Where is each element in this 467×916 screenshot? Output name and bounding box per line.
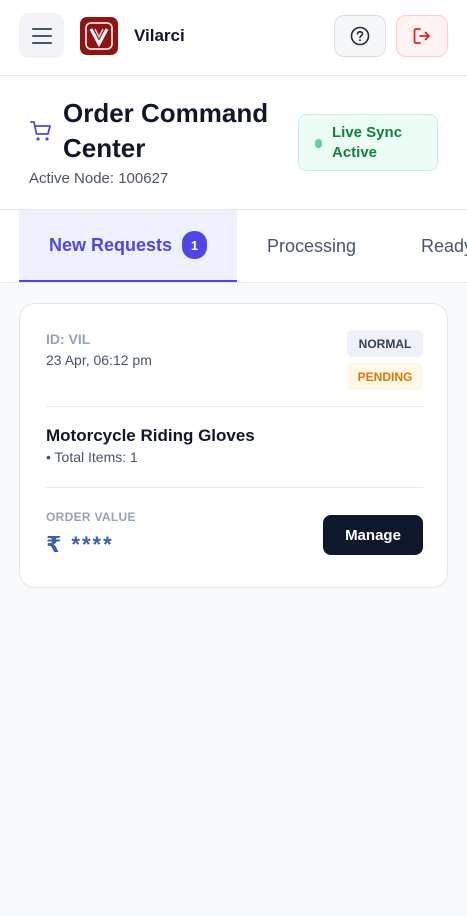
- status-badge: PENDING: [347, 363, 423, 390]
- manage-button[interactable]: Manage: [323, 515, 423, 555]
- order-card[interactable]: ID: VIL 23 Apr, 06:12 pm NORMAL PENDING …: [19, 303, 448, 588]
- item-count: • Total Items: 1: [46, 449, 138, 465]
- question-circle-icon: [350, 26, 370, 46]
- page-title: Order Command Center: [63, 98, 269, 163]
- divider: [46, 487, 423, 488]
- order-date: 23 Apr, 06:12 pm: [46, 352, 152, 368]
- status-dot: [315, 139, 322, 148]
- logout-button[interactable]: [396, 15, 448, 57]
- menu-button[interactable]: [19, 13, 64, 58]
- active-node-label: Active Node: 100627: [29, 170, 169, 187]
- live-sync-badge: Live Sync Active: [298, 114, 438, 171]
- order-value-label: ORDER VALUE: [46, 510, 136, 524]
- tab-label: Processing: [267, 235, 357, 256]
- status-tabs: New Requests 1 Processing Ready: [0, 210, 467, 283]
- hamburger-icon: [31, 27, 52, 44]
- brand-logo[interactable]: [80, 17, 118, 55]
- page-header: Order Command Center Active Node: 100627…: [0, 76, 467, 210]
- logout-icon: [413, 28, 430, 44]
- top-bar: Vilarci: [0, 0, 467, 76]
- count-badge: 1: [182, 231, 208, 259]
- divider: [46, 406, 423, 407]
- product-name: Motorcycle Riding Gloves: [46, 426, 255, 445]
- order-value: ₹ ****: [46, 532, 114, 557]
- priority-badge: NORMAL: [347, 330, 423, 357]
- tab-label: New Requests: [48, 234, 173, 255]
- help-button[interactable]: [334, 15, 386, 57]
- cart-icon: [30, 121, 51, 141]
- tab-processing[interactable]: Processing: [267, 210, 356, 282]
- order-id: ID: VIL: [46, 331, 91, 347]
- sync-status-text: Live Sync Active: [332, 124, 403, 161]
- tab-ready[interactable]: Ready: [421, 210, 467, 282]
- tab-new-requests[interactable]: New Requests 1: [19, 210, 237, 282]
- logo-icon: [85, 22, 113, 50]
- brand-name: Vilarci: [134, 26, 185, 45]
- tab-label: Ready: [421, 235, 467, 256]
